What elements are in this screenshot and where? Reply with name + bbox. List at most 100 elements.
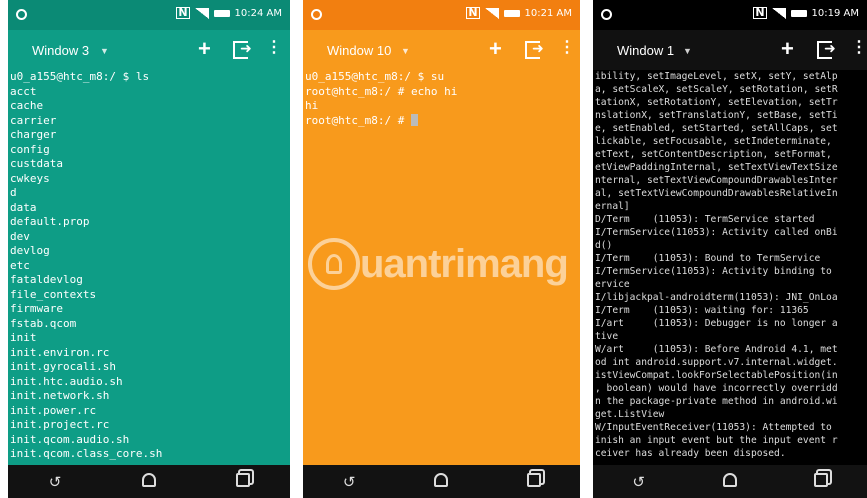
signal-icon [194,7,209,19]
terminal-line: cache [10,99,44,112]
signal-icon [484,7,499,19]
phone-screen-3: N 10:19 AM Window 1 ▼ + ⋮ ibility, setIm… [593,0,867,498]
dropdown-caret-icon[interactable]: ▼ [100,46,109,56]
home-icon[interactable] [134,472,164,491]
notification-dot-icon [601,9,612,20]
nfc-icon: N [176,6,190,19]
terminal-output[interactable]: ibility, setImageLevel, setX, setY, setA… [593,70,867,465]
terminal-line: I/Term (11053): Bound to TermService [595,253,821,264]
terminal-line: ceiver has already been disposed. [595,448,786,459]
terminal-line: data [10,200,37,214]
recents-icon[interactable] [228,472,258,491]
terminal-line: e, setEnabled, setStarted, setAllCaps, s… [595,123,838,134]
recents-icon[interactable] [806,472,836,491]
dropdown-caret-icon[interactable]: ▼ [683,46,692,56]
terminal-line: root@htc_m8:/ # echo hi [305,84,458,98]
nav-bar: ↺ [593,465,867,498]
terminal-line: u0_a155@htc_m8:/ $ su [305,70,445,83]
exit-icon[interactable] [233,40,252,59]
terminal-line: tive [595,331,619,342]
terminal-line: get.ListView [595,409,665,420]
add-icon[interactable]: + [781,36,794,62]
terminal-line: carrier [10,113,57,127]
phone-screen-1: N 10:24 AM Window 3 ▼ + ⋮ u0_a155@htc_m8… [8,0,290,498]
terminal-line: ervice [595,279,630,290]
terminal-line: init.project.rc [10,418,110,431]
window-selector[interactable]: Window 1 [617,43,674,58]
terminal-line: W/art (11053): Before Android 4.1, met [595,344,838,355]
battery-icon [213,9,230,17]
terminal-line: init.power.rc [10,403,97,417]
add-icon[interactable]: + [489,36,502,62]
back-icon[interactable]: ↺ [624,473,654,491]
terminal-line: d() [595,240,613,251]
phone-screen-2: N 10:21 AM Window 10 ▼ + ⋮ u0_a155@htc_m… [303,0,580,498]
terminal-prompt: root@htc_m8:/ # [305,113,411,127]
overflow-menu-icon[interactable]: ⋮ [559,40,575,56]
terminal-line: I/TermService(11053): Activity binding t… [595,266,832,277]
terminal-line: I/libjackpal-androidterm(11053): JNI_OnL… [595,292,838,303]
terminal-line: firmware [10,302,63,315]
recents-icon[interactable] [519,472,549,491]
terminal-line: init.environ.rc [10,345,110,359]
terminal-line: default.prop [10,215,90,228]
terminal-line: D/Term (11053): TermService started [595,214,815,225]
terminal-output[interactable]: u0_a155@htc_m8:/ $ su root@htc_m8:/ # ech… [303,70,580,465]
terminal-line: a, setScaleX, setScaleY, setRotation, se… [595,84,838,95]
home-icon[interactable] [426,472,456,491]
terminal-line: init.network.sh [10,389,110,402]
nfc-icon: N [753,6,767,19]
overflow-menu-icon[interactable]: ⋮ [266,40,282,56]
back-icon[interactable]: ↺ [334,473,364,491]
dropdown-caret-icon[interactable]: ▼ [401,46,410,56]
window-selector[interactable]: Window 10 [327,43,391,58]
status-time: 10:24 AM [234,7,282,19]
terminal-line: file_contexts [10,287,97,301]
terminal-line: u0_a155@htc_m8:/ $ ls [10,70,150,83]
status-bar: N 10:24 AM [8,0,290,30]
exit-icon[interactable] [817,40,836,59]
notification-dot-icon [311,9,322,20]
terminal-line: etViewPaddingInternal, setTextViewTextSi… [595,162,838,173]
nav-bar: ↺ [303,465,580,498]
terminal-line: fstab.qcom [10,316,77,330]
terminal-line: hi [305,99,319,112]
battery-icon [790,9,807,17]
signal-icon [771,7,786,19]
status-time: 10:19 AM [811,7,859,19]
window-selector[interactable]: Window 3 [32,43,89,58]
back-icon[interactable]: ↺ [40,473,70,491]
terminal-line: config [10,142,50,156]
terminal-line: I/art (11053): Debugger is no longer a [595,318,838,329]
terminal-line: fataldevlog [10,273,83,286]
text-cursor [410,113,418,126]
overflow-menu-icon[interactable]: ⋮ [851,40,867,56]
terminal-line: od int android.support.v7.internal.widge… [595,357,838,368]
terminal-line: I/Term (11053): waiting for: 11365 [595,305,809,316]
terminal-line: cwkeys [10,171,50,185]
terminal-line: init.htc.audio.sh [10,374,123,388]
status-bar: N 10:21 AM [303,0,580,30]
battery-icon [503,9,520,17]
terminal-line: lickable, setFocusable, setIndeterminate… [595,136,832,147]
add-icon[interactable]: + [198,36,211,62]
status-bar: N 10:19 AM [593,0,867,30]
terminal-line: init.qcom.class_core.sh [10,447,163,460]
terminal-line: custdata [10,157,63,170]
terminal-output[interactable]: u0_a155@htc_m8:/ $ ls acct cache carrier cha… [8,70,290,465]
terminal-line: n the package-private method in android.… [595,396,838,407]
terminal-prompt-line: root@htc_m8:/ # [305,113,580,129]
terminal-line: nternal, setTextViewCompoundDrawablesInt… [595,175,838,186]
terminal-line: etc [10,258,30,272]
terminal-line: istViewCompat.lookForSelectablePosition(… [595,370,838,381]
terminal-line: nslationX, setTranslationY, setBase, set… [595,110,838,121]
terminal-line: ernal] [595,201,630,212]
terminal-line: al, setTextViewCompoundDrawablesRelative… [595,188,838,199]
terminal-line: init.gyrocali.sh [10,360,116,373]
status-time: 10:21 AM [524,7,572,19]
terminal-line: init [10,331,37,344]
home-icon[interactable] [715,472,745,491]
terminal-line: inish an input event but the input event… [595,435,838,446]
terminal-line: etText, setContentDescription, setFormat… [595,149,832,160]
exit-icon[interactable] [525,40,544,59]
